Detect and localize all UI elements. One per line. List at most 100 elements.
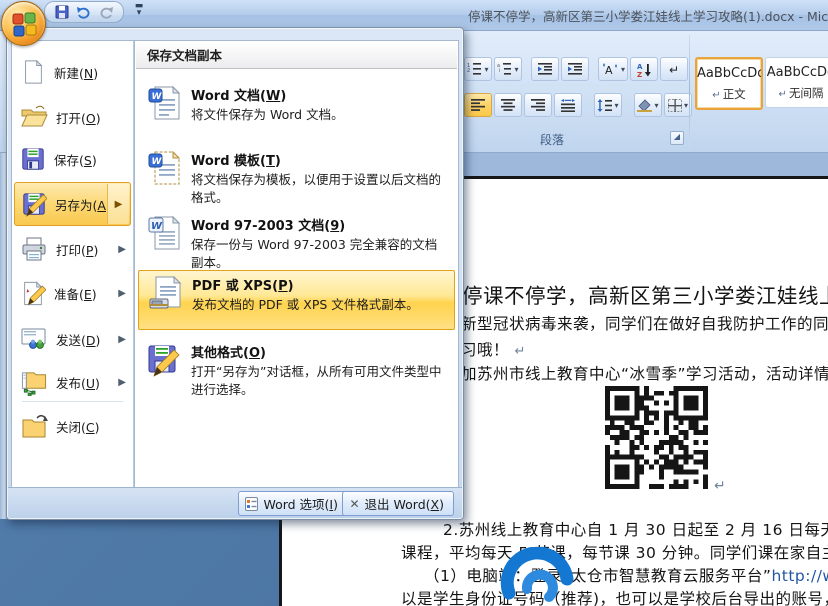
doc-paragraph: 习哦！ ↵ bbox=[461, 338, 526, 360]
submenu-item-description: 打开“另存为”对话框，从所有可用文件类型中进行选择。 bbox=[191, 363, 443, 399]
swirl-watermark-logo bbox=[499, 547, 577, 606]
menu-item-close[interactable]: 关闭(C) bbox=[14, 406, 131, 446]
style-name-text: 无间隔 bbox=[789, 86, 824, 100]
shading-button[interactable]: ▾ bbox=[634, 93, 662, 117]
save-as-icon bbox=[21, 191, 47, 217]
menu-item-label: 新建(N) bbox=[54, 63, 98, 82]
submenu-item-description: 将文件保存为 Word 文档。 bbox=[191, 106, 443, 124]
submenu-item-title: Word 97-2003 文档(9) bbox=[191, 215, 449, 234]
submenu-item-word-97-2003[interactable]: W Word 97-2003 文档(9) 保存一份与 Word 97-2003 … bbox=[138, 211, 455, 278]
submenu-arrow-icon: ▶ bbox=[107, 184, 129, 224]
menu-item-print[interactable]: 打印(P) ▶ bbox=[14, 229, 131, 269]
show-paragraph-marks-button[interactable]: ↵ bbox=[660, 57, 688, 81]
save-button[interactable] bbox=[53, 4, 71, 20]
doc-paragraph: 新型冠状病毒来袭，同学们在做好自我防护工作的同时，可以加 bbox=[461, 312, 828, 334]
office-logo-icon bbox=[11, 11, 37, 37]
office-button[interactable] bbox=[1, 1, 46, 46]
svg-text:2: 2 bbox=[467, 68, 470, 74]
increase-indent-button[interactable] bbox=[561, 57, 589, 81]
style-no-spacing[interactable]: AaBbCcDd ↵无间隔 bbox=[765, 57, 828, 108]
svg-text:W: W bbox=[152, 157, 163, 167]
menu-item-save[interactable]: 保存(S) bbox=[14, 139, 131, 179]
word-window: 停课不停学，高新区第三小学娄江娃线上学习攻略(1).docx - Micr 12… bbox=[0, 0, 828, 606]
submenu-item-title: Word 文档(W) bbox=[191, 85, 449, 104]
menu-item-label: 发送(D) bbox=[56, 330, 100, 349]
svg-text:A: A bbox=[605, 64, 613, 76]
chevron-down-icon: ▾ bbox=[684, 101, 688, 110]
close-icon: ✕ bbox=[349, 497, 359, 511]
menu-item-open[interactable]: 打开(O) bbox=[14, 97, 131, 137]
menu-item-save-as[interactable]: 另存为(A) ▶ bbox=[14, 182, 131, 226]
paragraph-mark-icon: ↵ bbox=[514, 344, 525, 359]
paragraph-dialog-launcher-icon[interactable]: ◢ bbox=[670, 131, 684, 145]
menu-item-label: 准备(E) bbox=[54, 284, 97, 303]
undo-button[interactable] bbox=[75, 4, 93, 20]
multilevel-list-button[interactable]: ai ▾ bbox=[494, 57, 522, 81]
submenu-item-title: 其他格式(O) bbox=[191, 342, 449, 361]
other-formats-icon bbox=[147, 342, 181, 378]
menu-divider bbox=[22, 401, 123, 402]
line-spacing-button[interactable]: ▾ bbox=[594, 93, 622, 117]
chevron-down-icon: ▾ bbox=[614, 101, 618, 110]
svg-text:W: W bbox=[151, 221, 163, 232]
ribbon-group-divider bbox=[689, 35, 690, 148]
chevron-down-icon: ▾ bbox=[654, 101, 658, 110]
style-normal[interactable]: AaBbCcDd ↵正文 bbox=[695, 57, 763, 110]
sort-button[interactable]: AZ bbox=[630, 57, 658, 81]
svg-text:Z: Z bbox=[637, 71, 642, 77]
menu-item-label: 另存为(A) bbox=[55, 195, 111, 214]
office-menu-left-pane: 新建(N) 打开(O) 保存(S) 另存为(A) ▶ 打印(P) ▶ bbox=[11, 40, 134, 489]
publish-icon bbox=[20, 369, 48, 396]
doc-paragraph: 2.苏州线上教育中心自 1 月 30 日起至 2 月 16 日每天提供小学一至 bbox=[443, 518, 828, 540]
submenu-item-word-template[interactable]: W Word 模板(T) 将文档保存为模板，以便用于设置以后文档的格式。 bbox=[138, 146, 455, 213]
word-template-icon: W bbox=[147, 150, 181, 186]
submenu-item-description: 将文档保存为模板，以便用于设置以后文档的格式。 bbox=[191, 171, 443, 207]
qr-code bbox=[600, 381, 713, 494]
menu-item-prepare[interactable]: 准备(E) ▶ bbox=[14, 273, 131, 313]
doc-heading: 停课不停学，高新区第三小学娄江娃线上学 bbox=[462, 279, 828, 309]
menu-item-send[interactable]: 发送(D) ▶ bbox=[14, 319, 131, 359]
save-a-copy-submenu: 保存文档副本 W Word 文档(W) 将文件保存为 Word 文档。 W Wo… bbox=[134, 40, 459, 489]
menu-item-label: 关闭(C) bbox=[56, 417, 100, 436]
redo-button[interactable] bbox=[97, 4, 115, 20]
align-left-button[interactable] bbox=[464, 93, 492, 117]
svg-text:↵: ↵ bbox=[669, 63, 679, 76]
office-menu: 新建(N) 打开(O) 保存(S) 另存为(A) ▶ 打印(P) ▶ bbox=[6, 27, 464, 520]
menu-item-label: 保存(S) bbox=[54, 150, 97, 169]
numbered-list-button[interactable]: 12 ▾ bbox=[464, 57, 492, 81]
word-97-2003-icon: W bbox=[147, 215, 181, 251]
menu-item-label: 打印(P) bbox=[56, 240, 98, 259]
pdf-xps-icon bbox=[148, 275, 182, 311]
menu-item-publish[interactable]: 发布(U) ▶ bbox=[14, 362, 131, 402]
style-sample-text: AaBbCcDd bbox=[766, 65, 828, 80]
submenu-item-word-document[interactable]: W Word 文档(W) 将文件保存为 Word 文档。 bbox=[138, 81, 455, 130]
office-menu-footer: Word 选项(I) ✕ 退出 Word(X) bbox=[8, 487, 462, 518]
pilcrow-icon: ↵ bbox=[712, 90, 720, 101]
svg-text:W: W bbox=[152, 92, 163, 102]
submenu-arrow-icon: ▶ bbox=[118, 244, 126, 255]
submenu-item-pdf-xps[interactable]: PDF 或 XPS(P) 发布文档的 PDF 或 XPS 文件格式副本。 bbox=[138, 270, 455, 330]
new-document-icon bbox=[20, 58, 46, 86]
borders-button[interactable]: ▾ bbox=[664, 93, 692, 117]
doc-paragraph: （1）电脑端：登录“太仓市智慧教育云服务平台”http://www. bbox=[424, 564, 828, 586]
word-options-button[interactable]: Word 选项(I) bbox=[238, 491, 348, 516]
submenu-item-title: Word 模板(T) bbox=[191, 150, 449, 169]
submenu-item-other-formats[interactable]: 其他格式(O) 打开“另存为”对话框，从所有可用文件类型中进行选择。 bbox=[138, 338, 455, 405]
align-right-button[interactable] bbox=[524, 93, 552, 117]
close-folder-icon bbox=[20, 413, 48, 439]
button-label: Word 选项(I) bbox=[263, 494, 338, 513]
submenu-arrow-icon: ▶ bbox=[118, 377, 126, 388]
customize-qat-button[interactable]: ▬▾ bbox=[132, 3, 146, 17]
save-icon bbox=[20, 146, 46, 172]
distribute-justify-button[interactable] bbox=[554, 93, 582, 117]
menu-item-new[interactable]: 新建(N) bbox=[14, 52, 131, 92]
asian-layout-button[interactable]: A ▾ bbox=[598, 57, 628, 81]
exit-word-button[interactable]: ✕ 退出 Word(X) bbox=[342, 491, 454, 516]
align-center-button[interactable] bbox=[494, 93, 522, 117]
paragraph-mark-icon: ↵ bbox=[714, 478, 726, 494]
doc-paragraph: 以是学生身份证号码（推荐)，也可以是学校后台导出的账号，原始密码 bbox=[401, 587, 828, 606]
button-label: 退出 Word(X) bbox=[365, 494, 444, 513]
decrease-indent-button[interactable] bbox=[531, 57, 559, 81]
hyperlink[interactable]: http://www. bbox=[771, 567, 828, 585]
chevron-down-icon: ▾ bbox=[514, 65, 518, 74]
